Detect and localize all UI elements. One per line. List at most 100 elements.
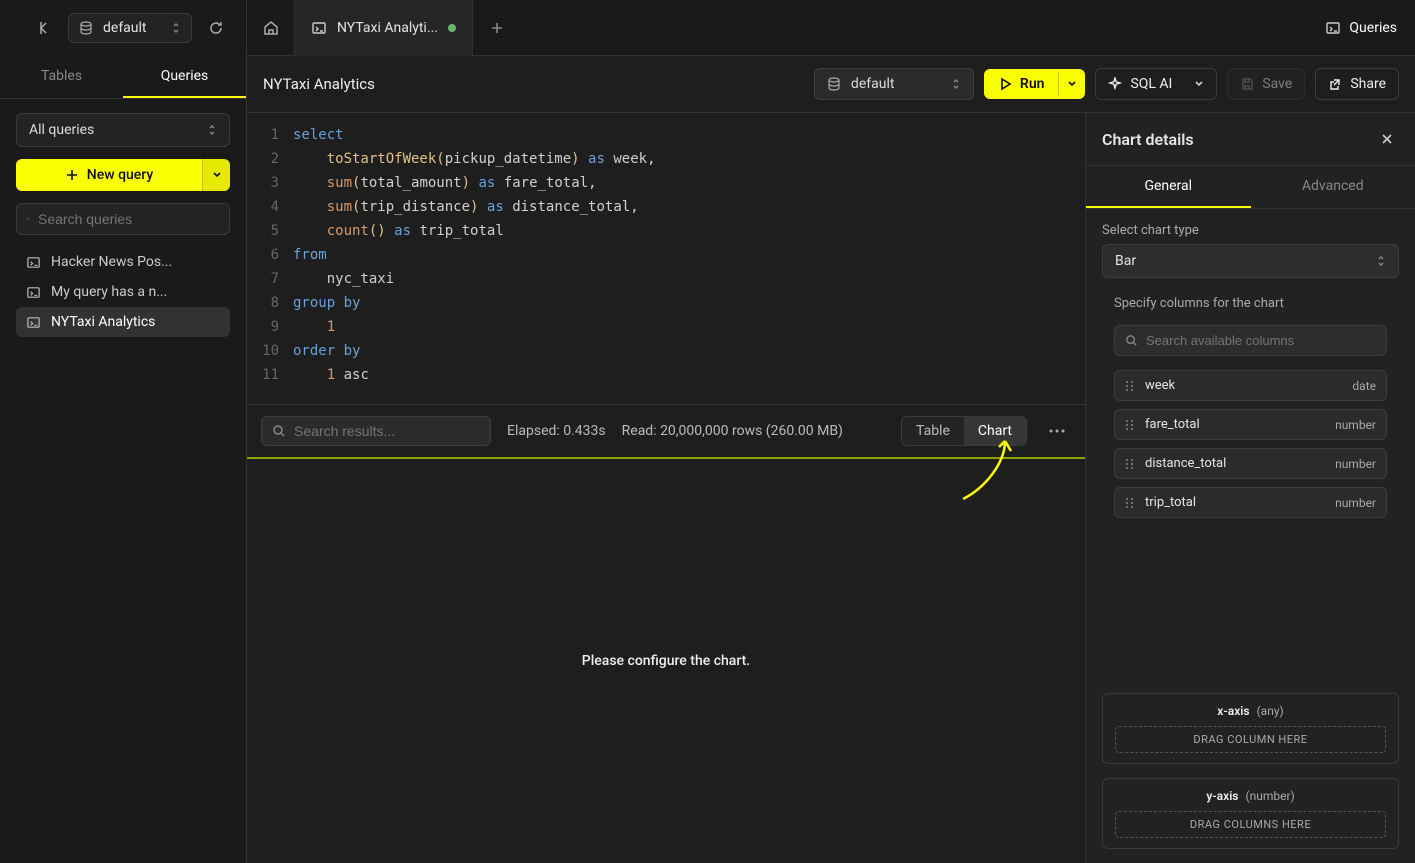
panel-title: Chart details xyxy=(1102,130,1194,149)
query-item[interactable]: NYTaxi Analytics xyxy=(16,307,230,337)
save-icon xyxy=(1240,77,1254,91)
run-db-label: default xyxy=(851,76,895,92)
add-tab-button[interactable] xyxy=(473,0,521,56)
queries-link[interactable]: Queries xyxy=(1307,20,1415,36)
search-icon xyxy=(272,424,286,438)
search-icon xyxy=(1125,334,1138,347)
editor-tab-label: NYTaxi Analyti... xyxy=(337,20,438,36)
column-item[interactable]: distance_totalnumber xyxy=(1114,448,1387,479)
column-name: trip_total xyxy=(1145,495,1196,510)
query-item[interactable]: My query has a n... xyxy=(16,277,230,307)
run-caret[interactable] xyxy=(1058,72,1085,96)
search-queries-input[interactable] xyxy=(16,203,230,235)
column-type: number xyxy=(1335,496,1376,510)
sparkle-icon xyxy=(1108,77,1122,91)
save-button: Save xyxy=(1227,68,1305,100)
query-filter-label: All queries xyxy=(29,122,94,138)
save-label: Save xyxy=(1262,76,1292,92)
run-label: Run xyxy=(1020,76,1045,92)
x-axis-dropzone[interactable]: x-axis (any) DRAG COLUMN HERE xyxy=(1102,693,1399,764)
new-query-label: New query xyxy=(87,167,153,183)
column-type: date xyxy=(1352,379,1376,393)
view-toggle-chart[interactable]: Chart xyxy=(964,417,1026,445)
home-icon xyxy=(262,19,280,37)
ellipsis-icon xyxy=(1049,429,1065,433)
query-item-label: My query has a n... xyxy=(51,284,167,300)
drag-handle-icon xyxy=(1125,380,1135,392)
columns-label: Specify columns for the chart xyxy=(1102,296,1399,311)
run-button[interactable]: Run xyxy=(984,69,1059,99)
share-icon xyxy=(1328,77,1342,91)
drag-handle-icon xyxy=(1125,497,1135,509)
panel-tab-advanced[interactable]: Advanced xyxy=(1251,166,1415,208)
database-icon xyxy=(79,21,93,35)
updown-icon xyxy=(171,21,181,35)
chart-placeholder: Please configure the chart. xyxy=(247,459,1085,863)
column-name: distance_total xyxy=(1145,456,1226,471)
column-item[interactable]: fare_total number xyxy=(1114,409,1387,440)
database-selector[interactable]: default xyxy=(68,13,192,43)
query-item-label: NYTaxi Analytics xyxy=(51,314,155,330)
updown-icon xyxy=(1376,254,1386,268)
editor-tab[interactable]: NYTaxi Analyti... xyxy=(295,0,473,56)
new-query-button[interactable]: New query xyxy=(16,159,202,191)
sidebar-tab-queries[interactable]: Queries xyxy=(123,56,246,98)
column-item[interactable]: trip_total number xyxy=(1114,487,1387,518)
sql-editor[interactable]: 1select2 toStartOfWeek(pickup_datetime) … xyxy=(247,113,1085,405)
chart-type-label: Select chart type xyxy=(1102,223,1399,238)
updown-icon xyxy=(951,77,961,91)
sql-ai-button[interactable]: SQL AI xyxy=(1095,68,1217,100)
play-icon xyxy=(998,77,1012,91)
query-item-label: Hacker News Pos... xyxy=(51,254,172,270)
close-panel-button[interactable] xyxy=(1375,127,1399,151)
chart-type-value: Bar xyxy=(1115,253,1136,269)
query-icon xyxy=(26,255,41,270)
query-icon xyxy=(26,285,41,300)
refresh-button[interactable] xyxy=(200,12,232,44)
database-icon xyxy=(827,77,841,91)
collapse-sidebar-icon[interactable] xyxy=(28,12,60,44)
search-queries-field[interactable] xyxy=(38,211,219,227)
column-name: week xyxy=(1145,378,1175,393)
share-label: Share xyxy=(1350,76,1386,92)
chevron-down-icon xyxy=(1067,79,1077,89)
y-axis-dropzone[interactable]: y-axis (number) DRAG COLUMNS HERE xyxy=(1102,778,1399,849)
x-axis-label: x-axis xyxy=(1217,704,1249,718)
sql-ai-label: SQL AI xyxy=(1130,76,1172,92)
new-query-caret[interactable] xyxy=(202,159,230,191)
panel-tab-general[interactable]: General xyxy=(1086,166,1251,208)
chevron-down-icon xyxy=(1194,79,1204,89)
x-axis-type: (any) xyxy=(1257,704,1284,718)
results-search[interactable] xyxy=(261,416,491,446)
columns-search[interactable] xyxy=(1114,325,1387,356)
y-axis-label: y-axis xyxy=(1206,789,1238,803)
query-icon xyxy=(26,315,41,330)
run-db-selector[interactable]: default xyxy=(814,68,974,100)
view-toggle-table[interactable]: Table xyxy=(902,417,964,445)
drag-handle-icon xyxy=(1125,419,1135,431)
updown-icon xyxy=(207,123,217,137)
columns-search-field[interactable] xyxy=(1146,333,1376,348)
elapsed-info: Elapsed: 0.433s xyxy=(507,423,606,439)
results-search-field[interactable] xyxy=(294,423,480,439)
home-tab[interactable] xyxy=(247,0,295,56)
sidebar-tab-tables[interactable]: Tables xyxy=(0,56,123,98)
chart-type-select[interactable]: Bar xyxy=(1102,244,1399,278)
column-type: number xyxy=(1335,418,1376,432)
column-name: fare_total xyxy=(1145,417,1200,432)
plus-icon xyxy=(490,21,504,35)
read-info: Read: 20,000,000 rows (260.00 MB) xyxy=(622,423,843,439)
results-more-button[interactable] xyxy=(1043,415,1071,447)
query-filter-select[interactable]: All queries xyxy=(16,113,230,147)
page-title: NYTaxi Analytics xyxy=(263,75,375,93)
y-axis-type: (number) xyxy=(1245,789,1294,803)
share-button[interactable]: Share xyxy=(1315,68,1399,100)
query-icon xyxy=(311,20,327,36)
y-axis-hint[interactable]: DRAG COLUMNS HERE xyxy=(1115,811,1386,838)
query-item[interactable]: Hacker News Pos... xyxy=(16,247,230,277)
chevron-down-icon xyxy=(212,170,222,180)
chart-placeholder-text: Please configure the chart. xyxy=(582,653,750,669)
x-axis-hint[interactable]: DRAG COLUMN HERE xyxy=(1115,726,1386,753)
column-item[interactable]: week date xyxy=(1114,370,1387,401)
unsaved-indicator xyxy=(448,24,456,32)
